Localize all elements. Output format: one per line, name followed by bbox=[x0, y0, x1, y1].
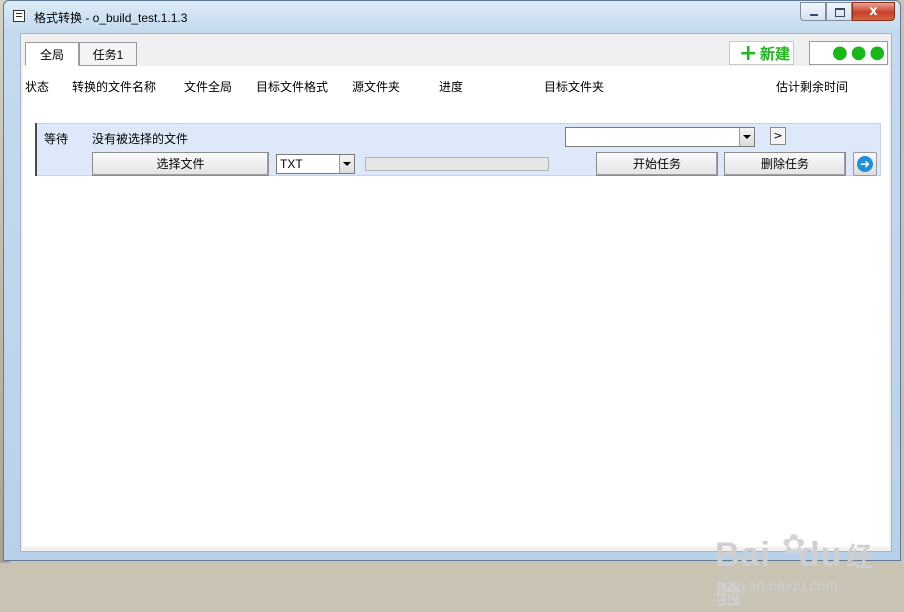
col-target-format: 目标文件格式 bbox=[256, 80, 329, 94]
more-button[interactable]: ●●● bbox=[809, 41, 888, 65]
paw-icon: ✿ bbox=[782, 529, 806, 560]
plus-icon: + bbox=[739, 41, 758, 66]
task-status: 等待 bbox=[44, 132, 69, 146]
col-status: 状态 bbox=[25, 80, 50, 94]
maximize-button[interactable] bbox=[826, 2, 852, 21]
new-task-label: 新建 bbox=[760, 45, 791, 63]
watermark-brand: Bai bbox=[715, 536, 771, 574]
client-area: 全局 任务1 + 新建 ●●● 等待 没有被选择的文件 > 选择文件 TXT 开… bbox=[20, 33, 892, 610]
format-select[interactable]: TXT bbox=[276, 154, 355, 174]
app-window: 格式转换 - o_build_test.1.1.3 x 全局 任务1 + 新建 … bbox=[3, 0, 901, 610]
task-row: 等待 没有被选择的文件 > 选择文件 TXT 开始任务 删除任务 ➜ bbox=[35, 123, 881, 176]
target-folder-select[interactable] bbox=[565, 127, 755, 147]
select-file-button[interactable]: 选择文件 bbox=[92, 152, 269, 176]
col-source-folder: 源文件夹 bbox=[352, 80, 401, 94]
start-task-button[interactable]: 开始任务 bbox=[596, 152, 718, 176]
row-edge bbox=[35, 123, 37, 176]
go-button[interactable]: ➜ bbox=[853, 152, 877, 176]
col-eta: 估计剩余时间 bbox=[776, 80, 849, 94]
delete-task-button[interactable]: 删除任务 bbox=[724, 152, 846, 176]
window-title: 格式转换 - o_build_test.1.1.3 bbox=[34, 11, 188, 25]
task-list-area: 等待 没有被选择的文件 > 选择文件 TXT 开始任务 删除任务 ➜ Bai d… bbox=[23, 66, 889, 610]
baidu-watermark: Bai du 经验 ✿ jingyan.baidu.com bbox=[715, 529, 889, 612]
chevron-down-icon[interactable] bbox=[339, 155, 354, 173]
progress-bar bbox=[365, 157, 549, 171]
close-icon: x bbox=[869, 4, 878, 19]
minimize-button[interactable] bbox=[800, 2, 826, 21]
new-task-button[interactable]: + 新建 bbox=[729, 41, 794, 65]
arrow-right-icon: ➜ bbox=[857, 156, 873, 172]
tab-global[interactable]: 全局 bbox=[25, 42, 79, 66]
close-button[interactable]: x bbox=[852, 2, 895, 21]
watermark-url: jingyan.baidu.com bbox=[717, 578, 838, 595]
more-dots-icon: ●●● bbox=[832, 42, 889, 63]
col-progress: 进度 bbox=[439, 80, 464, 94]
tab-task1[interactable]: 任务1 bbox=[79, 42, 137, 66]
col-filename: 转换的文件名称 bbox=[72, 80, 157, 94]
format-value: TXT bbox=[280, 157, 303, 171]
col-target-folder: 目标文件夹 bbox=[544, 80, 605, 94]
chevron-down-icon[interactable] bbox=[739, 128, 754, 146]
task-filename: 没有被选择的文件 bbox=[92, 132, 189, 146]
browse-folder-button[interactable]: > bbox=[770, 127, 786, 145]
col-file-global: 文件全局 bbox=[184, 80, 233, 94]
window-controls: x bbox=[800, 2, 895, 22]
app-icon bbox=[13, 10, 25, 22]
title-bar: 格式转换 - o_build_test.1.1.3 x bbox=[4, 1, 900, 33]
